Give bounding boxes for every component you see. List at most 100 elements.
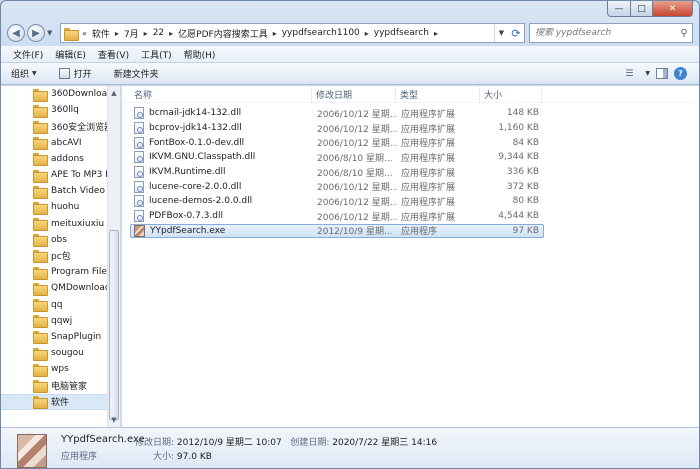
file-date: 2012/10/9 星期... [317,227,393,238]
back-button[interactable]: ◀ [7,24,25,42]
open-button[interactable]: 打开 [58,67,92,80]
file-row[interactable]: bcprov-jdk14-132.dll 2006/10/12 星期... 应用程序… [122,121,699,136]
breadcrumb-item[interactable]: yypdfsearch [374,28,429,38]
tree-item[interactable]: 360安全浏览器 [1,118,120,134]
tree-item[interactable]: 电脑管家 [1,377,120,393]
forward-arrow-icon: ▶ [32,27,40,39]
file-name-cell: YYpdfSearch.exe [131,224,313,237]
scroll-up-icon[interactable]: ▲ [108,86,120,100]
scrollbar-thumb[interactable] [109,230,119,420]
file-row[interactable]: IKVM.GNU.Classpath.dll 2006/8/10 星期... 应用程… [122,150,699,165]
folder-tree: 360Downloads 360llq 360安全浏览器 abcAVI addons AP… [1,86,120,410]
tree-item[interactable]: meituxiuxiu [1,216,120,232]
folder-icon [33,379,48,393]
column-header-date[interactable]: 修改日期 [312,86,396,102]
organize-button[interactable]: 组织 ▼ [11,67,37,80]
breadcrumb-separator-icon[interactable]: ▸ [110,29,124,38]
tree-item[interactable]: APE To MP3 Pl [1,167,120,183]
file-size: 148 KB [506,108,539,119]
file-row[interactable]: IKVM.Runtime.dll 2006/8/10 星期... 应用程序扩展 336… [122,165,699,180]
menu-file[interactable]: 文件(F) [7,48,49,61]
minimize-button[interactable]: — [607,1,631,17]
details-modified-label: 修改日期: [135,438,175,448]
nav-scrollbar[interactable]: ▲ ▼ [107,86,120,427]
maximize-button[interactable]: □ [631,1,653,17]
file-date: 2006/10/12 星期... [317,197,397,208]
tree-item[interactable]: huohu [1,199,120,215]
tree-item[interactable]: pc包 [1,248,120,264]
address-row: ◀ ▶ ▼ « 软件 ▸ 7月 ▸ 22 ▸ 亿愿PDF内容搜索工具 ▸ yyp… [7,22,693,44]
file-row-content: IKVM.GNU.Classpath.dll 2006/8/10 星期... 应用程… [130,150,544,165]
tree-item[interactable]: qq [1,296,120,313]
file-type: 应用程序扩展 [401,109,456,120]
menu-view[interactable]: 查看(V) [92,48,135,61]
breadcrumb-item[interactable]: yypdfsearch1100 [282,28,360,38]
recent-pages-dropdown[interactable]: ▼ [47,29,56,37]
file-row[interactable]: bcmail-jdk14-132.dll 2006/10/12 星期... 应用程序… [122,106,699,121]
search-box[interactable]: ⚲ [529,23,693,43]
close-button[interactable]: ✕ [653,1,693,17]
tree-item[interactable]: SnapPlugin [1,329,120,345]
file-row[interactable]: FontBox-0.1.0-dev.dll 2006/10/12 星期... 应用程… [122,135,699,150]
tree-item-label: sougou [51,348,84,359]
column-header-type[interactable]: 类型 [396,86,480,102]
tree-item[interactable]: 软件 [1,393,120,410]
details-size: 大小: 97.0 KB [153,449,212,462]
forward-button[interactable]: ▶ [27,24,45,42]
preview-pane-icon[interactable] [656,68,668,79]
tree-item[interactable]: QMDownload [1,280,120,296]
search-icon[interactable]: ⚲ [676,28,692,39]
file-size: 372 KB [506,181,539,192]
breadcrumb-separator-icon[interactable]: ▸ [268,29,282,38]
menu-edit[interactable]: 编辑(E) [49,48,92,61]
file-size: 1,160 KB [498,123,539,134]
view-options-icon[interactable]: ☰ [622,67,636,80]
details-file-name: YYpdfSearch.exe [61,434,145,445]
tree-item-label: abcAVI [51,137,82,148]
tree-item[interactable]: wps [1,361,120,377]
breadcrumb-separator-icon[interactable]: ▸ [429,29,443,38]
organize-label: 组织 [11,70,30,80]
details-created-label: 创建日期: [290,438,330,448]
file-date: 2006/10/12 星期... [317,124,397,135]
file-row[interactable]: lucene-core-2.0.0.dll 2006/10/12 星期... 应用程… [122,179,699,194]
menu-tools[interactable]: 工具(T) [135,48,178,61]
address-history-dropdown[interactable]: ▼ [494,24,508,42]
breadcrumb-item[interactable]: 软件 [92,27,110,40]
file-row[interactable]: PDFBox-0.7.3.dll 2006/10/12 星期... 应用程序扩展 4,… [122,209,699,224]
folder-icon [33,120,48,134]
breadcrumb-separator-icon[interactable]: ▸ [164,29,178,38]
breadcrumb-separator-icon[interactable]: ▸ [139,29,153,38]
file-row[interactable]: lucene-demos-2.0.0.dll 2006/10/12 星期... 应用… [122,194,699,209]
tree-item[interactable]: obs [1,232,120,248]
tree-item[interactable]: sougou [1,345,120,361]
menu-help[interactable]: 帮助(H) [178,48,222,61]
tree-item[interactable]: Batch Video Jo [1,183,120,199]
file-name: bcmail-jdk14-132.dll [149,108,242,119]
refresh-button[interactable]: ⟳ [508,27,524,40]
tree-item[interactable]: Program Files [1,264,120,280]
breadcrumb-item[interactable]: 7月 [124,27,139,40]
search-input[interactable] [535,28,676,38]
column-header-size[interactable]: 大小 [480,86,542,102]
tree-item[interactable]: 360llq [1,102,120,118]
breadcrumb-separator-icon[interactable]: ▸ [360,29,374,38]
details-dates: 修改日期: 2012/10/9 星期二 10:07 创建日期: 2020/7/2… [135,435,437,448]
file-type: 应用程序扩展 [401,197,456,208]
scroll-down-icon[interactable]: ▼ [108,413,120,427]
tree-item[interactable]: qqwj [1,313,120,329]
tree-item[interactable]: 360Downloads [1,86,120,102]
file-row[interactable]: YYpdfSearch.exe 2012/10/9 星期... 应用程序 97 KB [122,223,699,239]
tree-item[interactable]: addons [1,151,120,167]
help-icon[interactable]: ? [674,67,687,80]
chevron-down-icon[interactable]: ▼ [645,70,650,77]
breadcrumb-item[interactable]: 亿愿PDF内容搜索工具 [178,27,268,40]
file-date: 2006/10/12 星期... [317,109,397,120]
breadcrumb-item[interactable]: 22 [153,28,164,38]
breadcrumb-overflow[interactable]: « [77,29,92,38]
address-bar[interactable]: « 软件 ▸ 7月 ▸ 22 ▸ 亿愿PDF内容搜索工具 ▸ yypdfsear… [60,23,525,43]
new-folder-button[interactable]: 新建文件夹 [114,67,159,80]
column-header-name[interactable]: 名称 [130,86,312,102]
tree-item-label: meituxiuxiu [51,218,105,229]
tree-item[interactable]: abcAVI [1,135,120,151]
